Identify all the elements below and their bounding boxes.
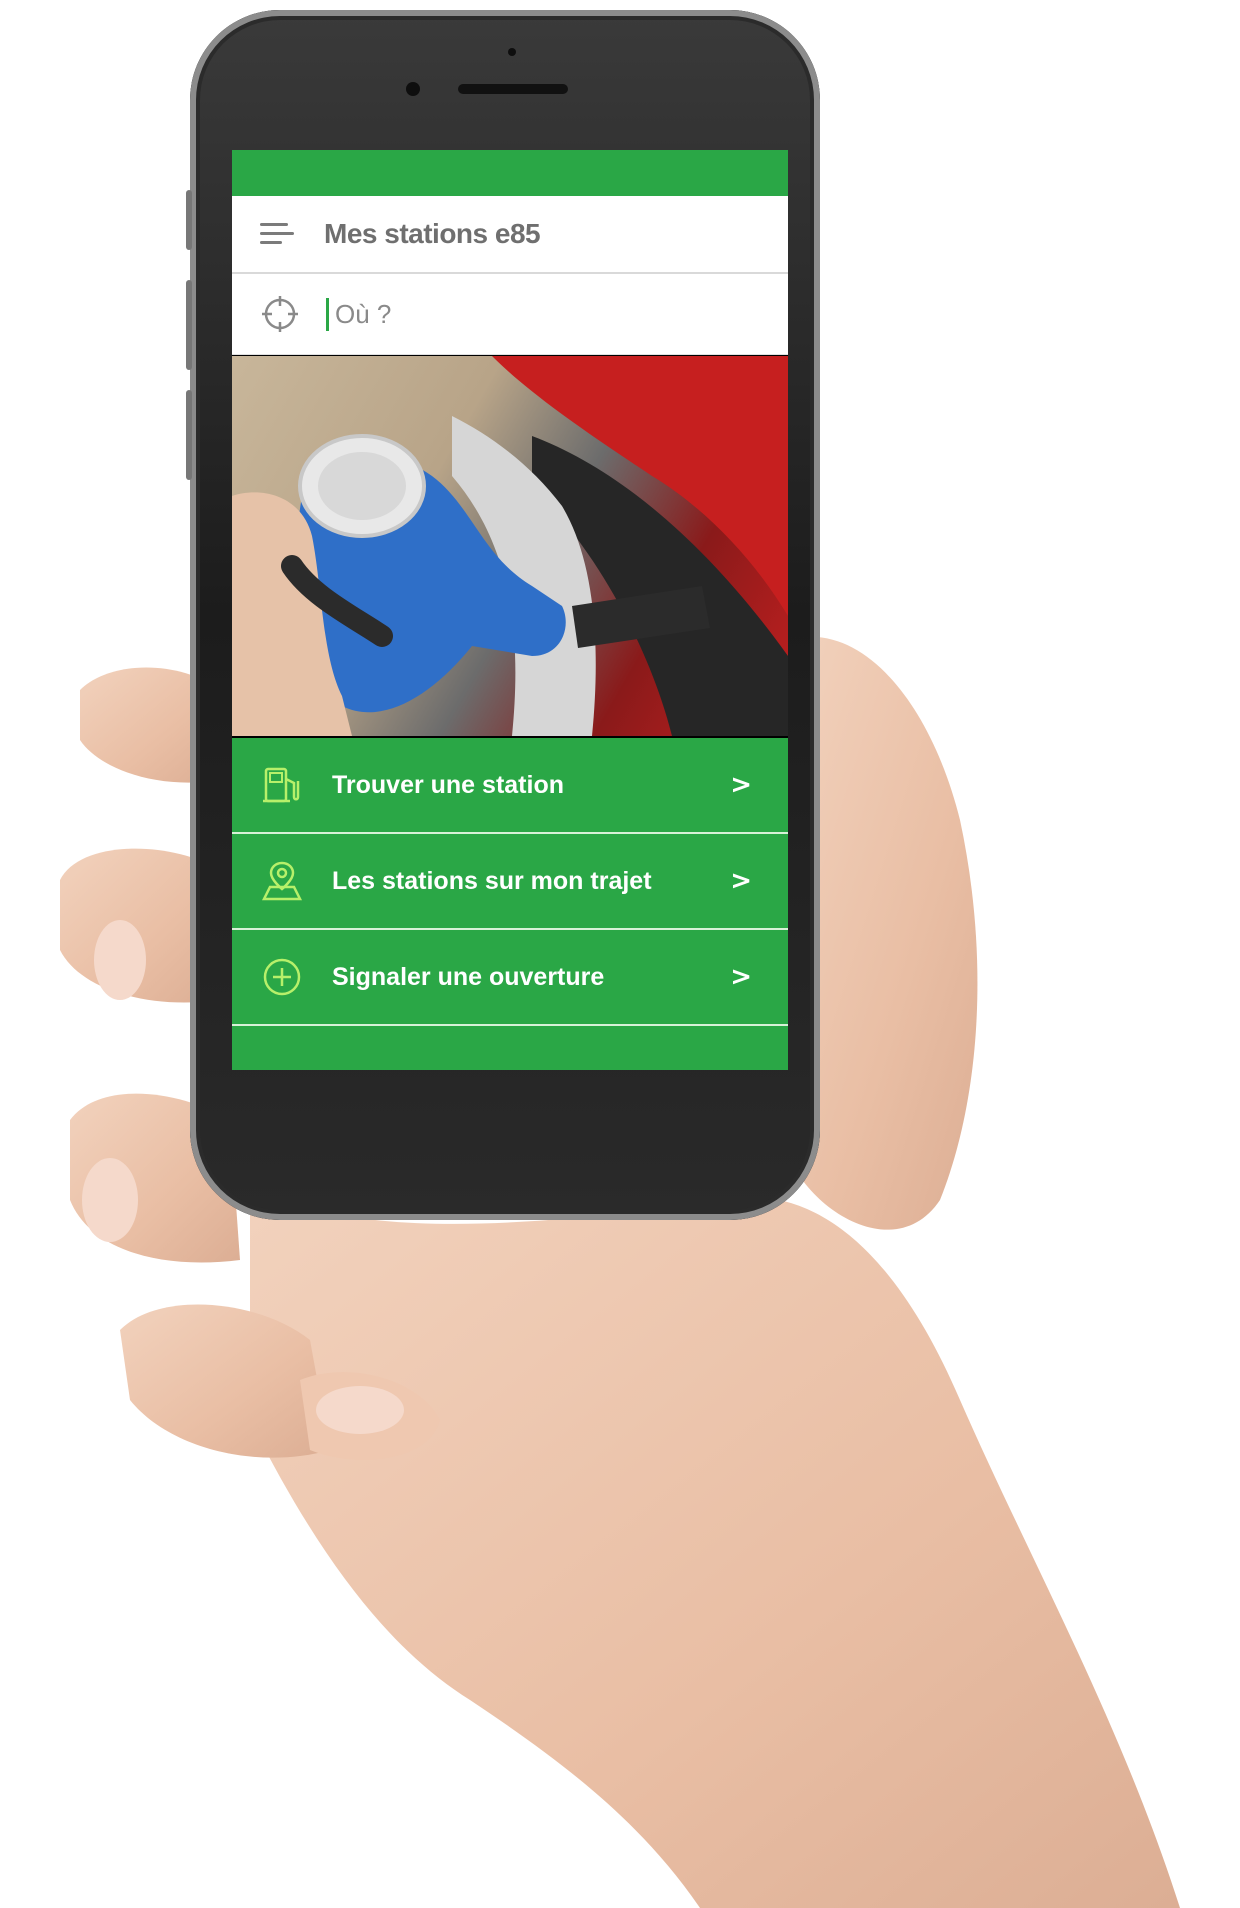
mute-switch — [186, 190, 192, 250]
map-pin-icon — [261, 861, 303, 901]
app-title: Mes stations e85 — [324, 218, 541, 249]
menu-item-route-stations[interactable]: Les stations sur mon trajet > — [232, 834, 788, 930]
volume-up-button — [186, 280, 192, 370]
fuel-pump-icon — [263, 767, 300, 803]
locate-target-icon[interactable] — [260, 294, 300, 334]
menu-item-find-station[interactable]: Trouver une station > — [232, 738, 788, 834]
chevron-right-icon: > — [730, 770, 752, 800]
search-bar — [232, 274, 788, 355]
status-bar — [232, 150, 788, 196]
main-menu: Trouver une station > Les stations sur m… — [232, 738, 788, 1070]
menu-item-label: Signaler une ouverture — [332, 962, 605, 991]
chevron-right-icon: > — [730, 962, 752, 992]
fuel-nozzle-image — [232, 356, 788, 736]
menu-item-label: Trouver une station — [332, 770, 564, 799]
earpiece-speaker — [458, 84, 568, 94]
app-header: Mes stations e85 — [232, 196, 788, 274]
hamburger-menu-icon[interactable] — [260, 223, 294, 245]
menu-item-label: Les stations sur mon trajet — [332, 866, 652, 895]
search-input[interactable] — [326, 297, 737, 331]
sensor-dot — [508, 48, 516, 56]
front-camera — [406, 82, 420, 96]
app-screen: Mes stations e85 Où ? Trouver une statio… — [232, 150, 788, 1070]
volume-down-button — [186, 390, 192, 480]
plus-circle-icon — [263, 958, 301, 996]
chevron-right-icon: > — [730, 866, 752, 896]
hero-illustration — [232, 356, 788, 736]
menu-item-report-opening[interactable]: Signaler une ouverture > — [232, 930, 788, 1026]
